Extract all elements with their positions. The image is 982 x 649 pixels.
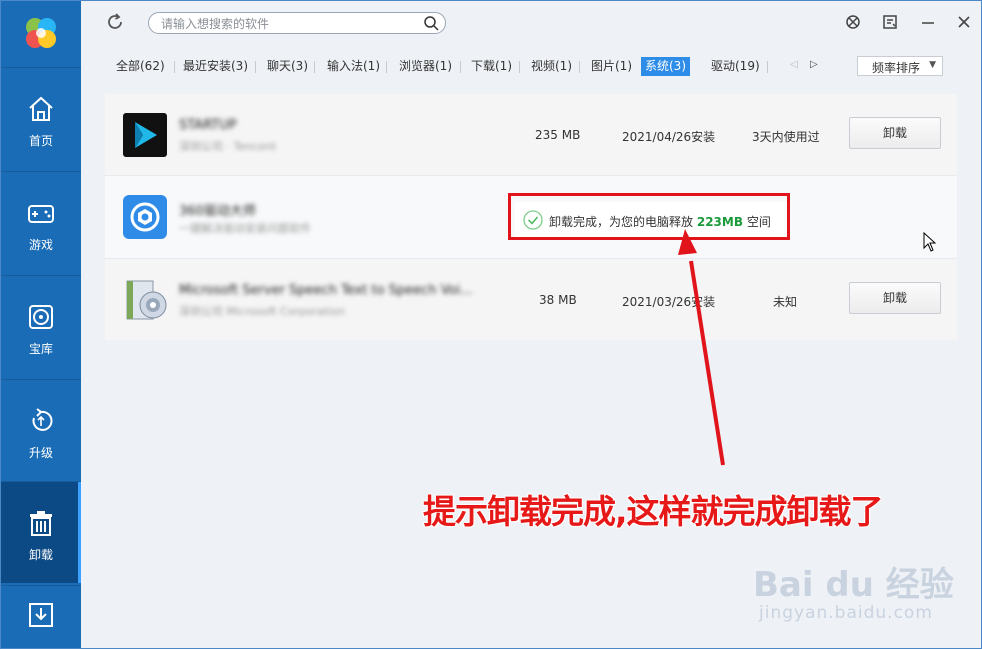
app-publisher: 深圳公司 · Tencent: [179, 140, 277, 153]
tab-recent[interactable]: 最近安装(3): [179, 57, 252, 76]
tab-driver[interactable]: 驱动(19): [707, 57, 764, 76]
home-icon: [29, 96, 53, 121]
install-date: 2021/04/26安装: [622, 130, 716, 144]
search-input[interactable]: [159, 15, 423, 33]
cd-box-icon: [126, 280, 167, 320]
sidebar-item-label: 升级: [28, 446, 53, 460]
sidebar-item-upgrade[interactable]: 升级: [1, 379, 81, 481]
app-window: 首页 游戏 宝库 升级 卸载 请输入想搜索的软件 全部(62) 最近安装(3) …: [0, 0, 982, 649]
list-item: Microsoft Server Speech Text to Speech V…: [105, 258, 957, 340]
app-name: Microsoft Server Speech Text to Speech V…: [179, 283, 473, 298]
sort-label: 频率排序: [872, 61, 921, 75]
tab-browser[interactable]: 浏览器(1): [395, 57, 456, 76]
driver-gear-icon: [123, 195, 167, 239]
sidebar-item-label: 首页: [28, 134, 53, 148]
sidebar-item-label: 游戏: [28, 238, 53, 252]
sort-dropdown[interactable]: 频率排序 ▼: [857, 56, 943, 76]
highlight-box: [508, 193, 790, 240]
sidebar-item-label: 卸载: [28, 548, 53, 562]
tab-scroll-left-icon[interactable]: ◁: [790, 59, 798, 70]
sidebar-item-treasury[interactable]: 宝库: [1, 275, 81, 377]
sidebar-item-home[interactable]: 首页: [1, 67, 81, 169]
refresh-icon[interactable]: [105, 12, 125, 32]
download-manager-button[interactable]: [1, 585, 81, 648]
sidebar: 首页 游戏 宝库 升级 卸载: [1, 1, 81, 648]
tab-all[interactable]: 全部(62): [112, 57, 169, 76]
mouse-cursor-icon: [923, 232, 937, 252]
skin-icon[interactable]: [881, 13, 899, 31]
tab-divider: [579, 61, 580, 73]
tab-divider: [460, 61, 461, 73]
tab-image[interactable]: 图片(1): [587, 57, 636, 76]
tab-divider: [174, 61, 175, 73]
trash-icon: [30, 511, 52, 536]
list-item: STARTUP 深圳公司 · Tencent 235 MB 2021/04/26…: [105, 94, 957, 176]
app-size: 235 MB: [535, 128, 581, 142]
app-name: STARTUP: [179, 118, 237, 133]
minimize-icon[interactable]: [919, 13, 937, 31]
uninstall-button[interactable]: 卸载: [849, 117, 941, 149]
sidebar-item-uninstall[interactable]: 卸载: [1, 481, 81, 583]
settings-icon[interactable]: [844, 13, 862, 31]
app-arrow-icon: [123, 113, 167, 157]
gamepad-icon: [28, 205, 54, 223]
app-size: 38 MB: [539, 293, 577, 307]
tab-divider: [314, 61, 315, 73]
usage-status: 3天内使用过: [752, 130, 820, 144]
tab-divider: [767, 61, 768, 73]
uninstall-button[interactable]: 卸载: [849, 282, 941, 314]
install-date: 2021/03/26安装: [622, 295, 716, 309]
sidebar-item-games[interactable]: 游戏: [1, 171, 81, 273]
app-publisher: 深圳公司 Microsoft Corporation: [179, 305, 346, 318]
tab-video[interactable]: 视频(1): [527, 57, 576, 76]
annotation-text: 提示卸载完成,这样就完成卸载了: [423, 492, 884, 531]
search-icon[interactable]: [423, 15, 439, 31]
tab-chat[interactable]: 聊天(3): [263, 57, 312, 76]
tab-scroll-right-icon[interactable]: ▷: [810, 59, 818, 70]
chevron-down-icon: ▼: [929, 60, 936, 70]
tab-system[interactable]: 系统(3): [641, 57, 690, 76]
app-logo-icon: [26, 18, 56, 48]
upgrade-icon: [32, 408, 53, 431]
tab-input-method[interactable]: 输入法(1): [323, 57, 384, 76]
sidebar-item-label: 宝库: [28, 342, 53, 356]
app-description: 一键解决驱动安装问题软件: [179, 222, 311, 235]
tab-download[interactable]: 下载(1): [467, 57, 516, 76]
disc-icon: [29, 305, 53, 329]
app-name: 360驱动大师: [179, 204, 256, 219]
tab-divider: [255, 61, 256, 73]
close-icon[interactable]: [955, 13, 973, 31]
tab-divider: [386, 61, 387, 73]
watermark-url: jingyan.baidu.com: [759, 603, 933, 623]
download-icon: [29, 603, 53, 627]
usage-status: 未知: [773, 295, 798, 309]
watermark-logo: Bai du 经验: [753, 565, 954, 605]
search-box: [148, 12, 446, 34]
tab-divider: [519, 61, 520, 73]
